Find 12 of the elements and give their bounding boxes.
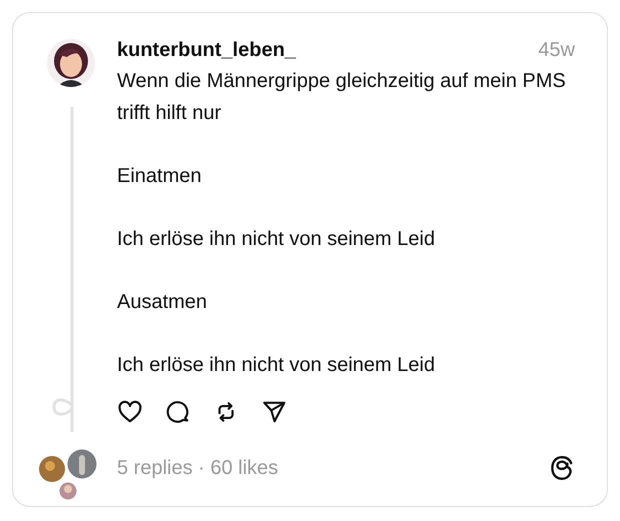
username[interactable]: kunterbunt_leben_ xyxy=(117,39,296,62)
heart-icon[interactable] xyxy=(117,399,143,425)
send-icon[interactable] xyxy=(261,399,287,425)
post-text: Ich erlöse ihn nicht von seinem Leid xyxy=(117,226,436,252)
threads-logo-icon[interactable] xyxy=(549,454,575,482)
post-text: Ich erlöse ihn nicht von seinem Leid xyxy=(117,352,436,378)
post-time: 45w xyxy=(538,39,575,62)
comment-icon[interactable] xyxy=(165,399,191,425)
post-text: Ausatmen xyxy=(117,290,208,314)
post-text: Wenn die Männergrippe gleichzeitig auf mein PMS trifft hilft nur xyxy=(117,69,567,126)
post-text: Einatmen xyxy=(117,164,202,188)
avatar[interactable] xyxy=(47,39,95,87)
